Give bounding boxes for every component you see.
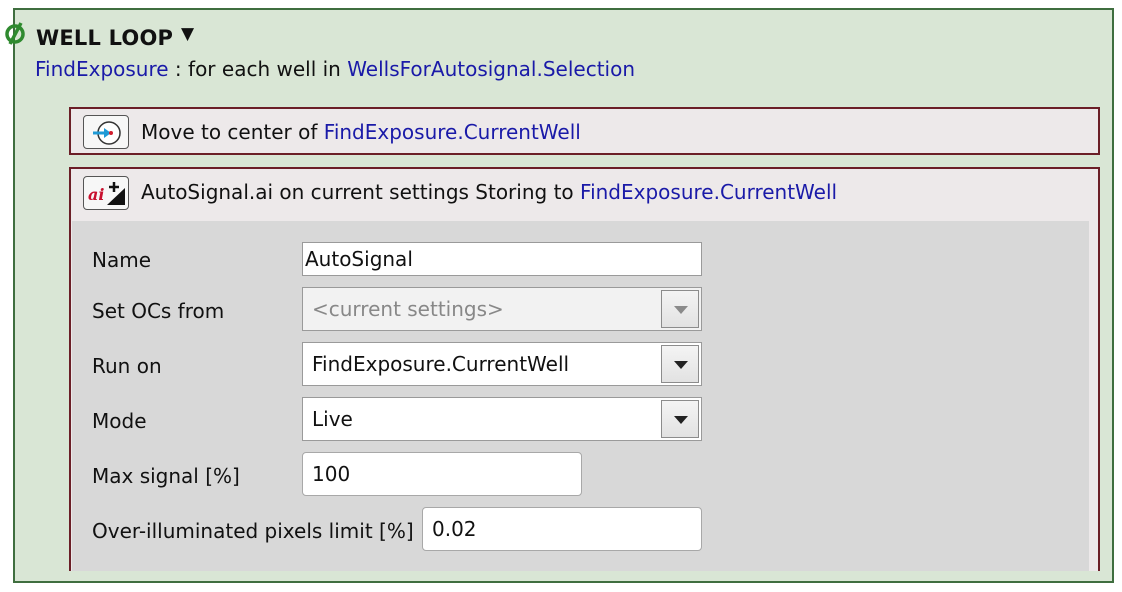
autosignal-block-title: AutoSignal.ai on current settings Storin… [141,180,837,204]
autosignal-target-link[interactable]: FindExposure.CurrentWell [580,180,837,204]
move-target-link[interactable]: FindExposure.CurrentWell [324,120,581,144]
loop-title: WELL LOOP [36,26,174,50]
ai-autosignal-icon[interactable]: ai [83,176,129,210]
autosignal-settings-panel: Name AutoSignal Set OCs from <current se… [72,221,1089,571]
max-signal-label: Max signal [%] [92,464,240,488]
overillum-input[interactable]: 0.02 [422,507,702,551]
well-loop-container: WELL LOOP ▼ FindExposure : for each well… [5,8,1114,583]
loop-collection-link[interactable]: WellsForAutosignal.Selection [347,57,635,81]
move-block-title: Move to center of FindExposure.CurrentWe… [141,120,581,144]
autosignal-block[interactable]: ai AutoSignal.ai on current settings Sto… [69,167,1100,571]
loop-icon[interactable] [4,20,28,46]
run-on-label: Run on [92,354,162,378]
mode-label: Mode [92,409,147,433]
move-to-center-block[interactable]: Move to center of FindExposure.CurrentWe… [69,107,1100,155]
mode-value: Live [312,407,353,431]
mode-dropdown[interactable]: Live [302,397,702,441]
run-on-value: FindExposure.CurrentWell [312,352,570,376]
loop-mid-text: : for each well in [168,57,348,81]
set-ocs-label: Set OCs from [92,299,225,323]
run-on-dropdown[interactable]: FindExposure.CurrentWell [302,342,702,386]
loop-variable-link[interactable]: FindExposure [35,57,169,81]
set-ocs-chevron-down-icon [661,290,699,328]
mode-chevron-down-icon[interactable] [661,400,699,438]
run-on-chevron-down-icon[interactable] [661,345,699,383]
svg-text:ai: ai [88,185,104,204]
move-to-center-icon[interactable] [83,115,129,149]
set-ocs-placeholder: <current settings> [312,297,504,321]
name-input[interactable]: AutoSignal [302,242,702,276]
move-prefix: Move to center of [141,120,324,144]
collapse-arrow-icon[interactable]: ▼ [181,24,194,44]
loop-description: FindExposure : for each well in WellsFor… [35,57,635,81]
max-signal-input[interactable]: 100 [302,452,582,496]
autosignal-prefix: AutoSignal.ai on current settings Storin… [141,180,581,204]
overillum-label: Over-illuminated pixels limit [%] [92,519,414,543]
name-label: Name [92,248,152,272]
set-ocs-dropdown: <current settings> [302,287,702,331]
